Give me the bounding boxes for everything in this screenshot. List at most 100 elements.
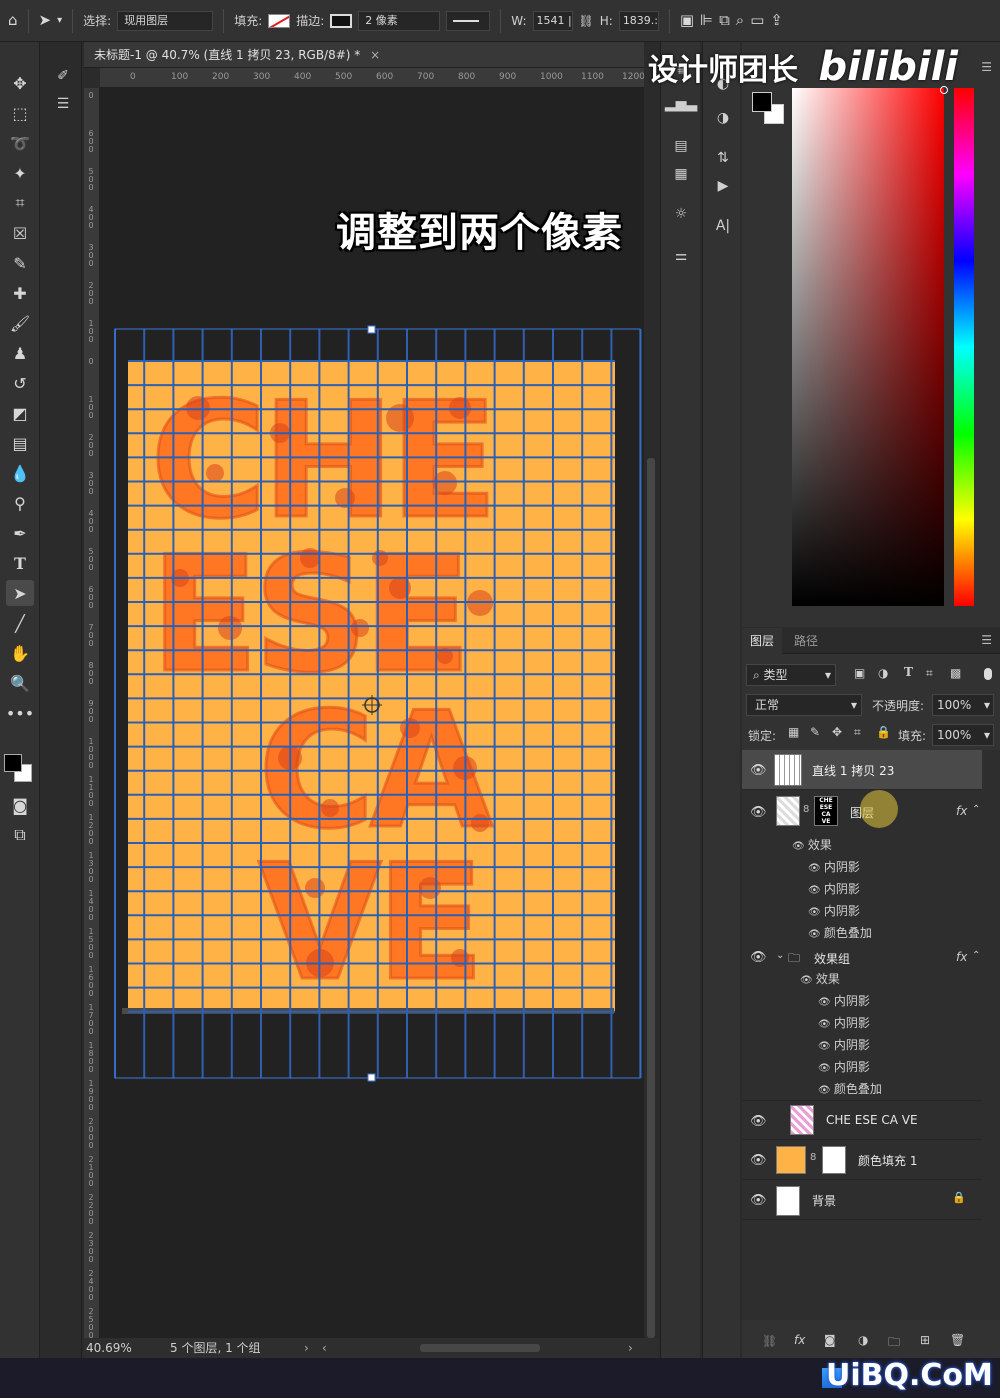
tab-paths[interactable]: 路径 [786, 628, 826, 654]
path-arrangement-icon[interactable]: ⧉ [719, 13, 730, 28]
visibility-eye-icon[interactable]: 👁 [750, 1114, 767, 1129]
filter-toggle-icon[interactable] [984, 668, 992, 680]
more-tools-icon[interactable]: ••• [6, 700, 34, 726]
foreground-color-swatch[interactable] [752, 92, 772, 112]
visibility-eye-icon[interactable]: 👁 [818, 1063, 834, 1074]
quick-mask-icon[interactable]: ◙ [6, 792, 34, 818]
hue-slider[interactable] [954, 88, 974, 606]
line-tool-icon[interactable]: ╱ [6, 610, 34, 636]
stamp-tool-icon[interactable]: ♟ [6, 340, 34, 366]
layer-row[interactable]: 👁 8 CHEESECAVE 图层 fx ⌃ [742, 790, 982, 832]
stroke-swatch[interactable] [330, 13, 353, 28]
filter-shape-icon[interactable]: ⌗ [926, 666, 933, 681]
blur-tool-icon[interactable]: 💧 [6, 460, 34, 486]
type-tool-icon[interactable]: T [6, 550, 34, 576]
collapse-arrow-icon[interactable]: ⌃ [972, 950, 980, 961]
visibility-eye-icon[interactable]: 👁 [750, 763, 767, 778]
notes-icon[interactable]: ▦ [669, 162, 693, 186]
lock-artboard-icon[interactable]: ⌗ [854, 725, 861, 740]
effect-item[interactable]: 👁 内阴影 [818, 1014, 870, 1031]
layer-name[interactable]: 直线 1 拷贝 23 [812, 762, 894, 779]
history-brush-tool-icon[interactable]: ↺ [6, 370, 34, 396]
document-info[interactable]: 5 个图层, 1 个组 [170, 1338, 261, 1358]
adjust-icon[interactable]: ☰ [51, 92, 75, 116]
effect-item[interactable]: 👁 颜色叠加 [818, 1080, 882, 1097]
fx-badge[interactable]: fx [956, 804, 967, 818]
filter-smart-object-icon[interactable]: ▩ [950, 666, 961, 680]
transform-handle-top[interactable] [367, 325, 376, 334]
layer-row[interactable]: 👁 直线 1 拷贝 23 [742, 750, 982, 790]
filter-adjustment-icon[interactable]: ◑ [878, 666, 888, 680]
zoom-level[interactable]: 40.69% [86, 1338, 132, 1358]
horizontal-scroll-thumb[interactable] [420, 1344, 540, 1352]
panel-menu-icon[interactable]: ☰ [981, 60, 992, 74]
fx-icon[interactable]: fx [794, 1333, 805, 1347]
height-input[interactable]: 1839.: [618, 10, 659, 31]
chevron-down-icon[interactable]: ▾ [57, 15, 62, 26]
visibility-eye-icon[interactable]: 👁 [818, 1019, 834, 1030]
layer-name[interactable]: 效果组 [814, 950, 850, 967]
visibility-eye-icon[interactable]: 👁 [792, 841, 808, 852]
crop-tool-icon[interactable]: ⌗ [6, 190, 34, 216]
home-icon[interactable]: ⌂ [8, 13, 18, 28]
lasso-tool-icon[interactable]: ➰ [6, 130, 34, 156]
transform-handle-bottom[interactable] [367, 1073, 376, 1082]
screen-mode-icon[interactable]: ⧉ [6, 822, 34, 848]
zoom-tool-icon[interactable]: 🔍 [6, 670, 34, 696]
document-tab[interactable]: 未标题-1 @ 40.7% (直线 1 拷贝 23, RGB/8#) * × [84, 42, 644, 68]
tab-layers[interactable]: 图层 [742, 628, 782, 654]
properties-icon[interactable]: ▤ [669, 134, 693, 158]
vertical-scrollbar[interactable] [644, 68, 658, 1338]
new-group-icon[interactable]: 🗀 [888, 1333, 900, 1354]
effect-item[interactable]: 👁 内阴影 [818, 1036, 870, 1053]
workspace-icon[interactable]: ▭ [750, 13, 764, 28]
filter-type-icon[interactable]: T [904, 665, 913, 679]
scroll-right-icon[interactable]: › [628, 1338, 633, 1358]
info-chevron-icon[interactable]: › [304, 1338, 309, 1358]
visibility-eye-icon[interactable]: 👁 [808, 863, 824, 874]
effect-item[interactable]: 👁 内阴影 [808, 880, 860, 897]
path-alignment-icon[interactable]: ⊫ [700, 13, 713, 28]
adjustments-icon[interactable]: ⚌ [669, 244, 693, 268]
lock-position-icon[interactable]: ✥ [832, 725, 842, 739]
stroke-size-dropdown[interactable]: 2 像素 [358, 10, 441, 31]
visibility-eye-icon[interactable]: 👁 [750, 805, 767, 820]
layer-name[interactable]: 颜色填充 1 [858, 1152, 917, 1169]
blend-mode-dropdown[interactable]: 正常 ▾ [746, 694, 862, 716]
canvas-area[interactable]: CHE ESE CA VE 调整到两个像素 [100, 88, 655, 1338]
effects-header[interactable]: 👁 效果 [800, 970, 840, 987]
healing-brush-tool-icon[interactable]: ✚ [6, 280, 34, 306]
magic-wand-tool-icon[interactable]: ✦ [6, 160, 34, 186]
visibility-eye-icon[interactable]: 👁 [818, 997, 834, 1008]
close-tab-icon[interactable]: × [370, 48, 380, 62]
actions-icon[interactable]: ⇅ [711, 146, 735, 170]
adjustment-layer-icon[interactable]: ◑ [858, 1333, 868, 1347]
panel-menu-icon[interactable]: ☰ [981, 633, 992, 647]
delete-layer-icon[interactable]: 🗑 [950, 1333, 965, 1347]
expand-arrow-icon[interactable]: ⌄ [776, 950, 784, 961]
brush-tool-icon[interactable]: 🖌 [6, 310, 34, 336]
search-icon[interactable]: ⌕ [736, 13, 744, 28]
fill-input[interactable]: 100% ▾ [932, 724, 994, 746]
lock-transparency-icon[interactable]: ▦ [788, 725, 799, 739]
link-icon[interactable]: ⛓ [579, 15, 594, 27]
visibility-eye-icon[interactable]: 👁 [808, 929, 824, 940]
pen-tool-icon[interactable]: ✒ [6, 520, 34, 546]
move-tool-icon[interactable]: ✥ [6, 70, 34, 96]
eraser-tool-icon[interactable]: ◩ [6, 400, 34, 426]
collapse-arrow-icon[interactable]: ⌃ [972, 804, 980, 815]
visibility-eye-icon[interactable]: 👁 [818, 1041, 834, 1052]
path-select-tool-icon[interactable]: ➤ [39, 13, 52, 28]
layer-row[interactable]: 👁 CHE ESE CA VE [742, 1100, 982, 1140]
new-layer-icon[interactable]: ⊞ [920, 1333, 930, 1347]
layer-row[interactable]: 👁 背景 🔒 [742, 1180, 982, 1220]
histogram-icon[interactable]: ▂▅▃ [665, 92, 697, 116]
visibility-eye-icon[interactable]: 👁 [750, 1153, 767, 1168]
link-icon[interactable]: 8 [810, 1152, 816, 1163]
dodge-tool-icon[interactable]: ⚲ [6, 490, 34, 516]
visibility-eye-icon[interactable]: 👁 [818, 1085, 834, 1096]
width-input[interactable]: 1541 | [532, 10, 573, 31]
visibility-eye-icon[interactable]: 👁 [808, 885, 824, 896]
lock-paint-icon[interactable]: ✎ [810, 725, 820, 739]
layer-name[interactable]: 背景 [812, 1192, 836, 1209]
